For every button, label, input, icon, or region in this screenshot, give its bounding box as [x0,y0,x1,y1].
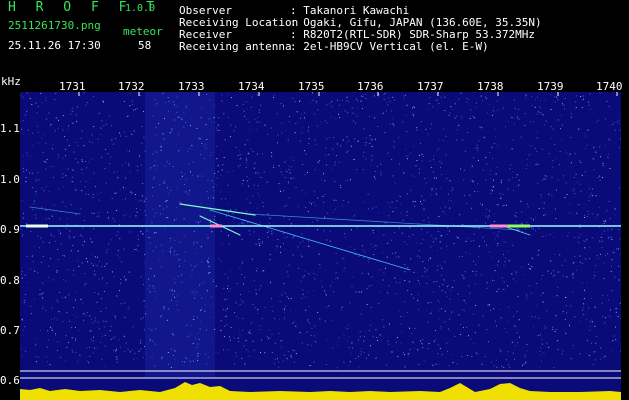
meteor-count: 58 [138,39,152,52]
header-panel: H R O F F T 1.0.0 2511261730.png meteor … [0,0,629,74]
meteor-label: meteor [123,25,163,38]
freq-tick-label: 0.7 [0,324,20,337]
app-version: 1.0.0 [125,3,156,14]
field-value-antenna: : 2el-HB9CV Vertical (el. E-W) [290,40,489,53]
field-label-antenna: Receiving antenna [179,40,292,53]
file-name: 2511261730.png [8,19,101,32]
unit-label: kHz [1,75,21,88]
freq-tick-label: 1.1 [0,122,20,135]
observation-datetime: 25.11.26 17:30 [8,39,101,52]
freq-tick-label: 1.0 [0,173,20,186]
freq-tick-label: 0.6 [0,374,20,387]
freq-tick-label: 0.9 [0,223,20,236]
spectrogram-background [20,92,621,400]
freq-tick-label: 0.8 [0,274,20,287]
spectrogram-display [20,92,621,400]
